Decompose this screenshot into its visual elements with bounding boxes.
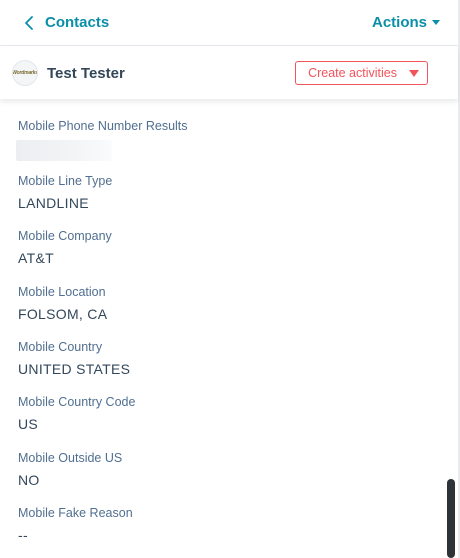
property-label: Mobile Country bbox=[18, 340, 103, 354]
caret-down-icon bbox=[432, 20, 440, 25]
triangle-down-icon bbox=[409, 69, 419, 77]
create-activities-label: Create activities bbox=[308, 66, 397, 80]
top-navigation-bar: Contacts Actions bbox=[0, 0, 458, 46]
property-value: LANDLINE bbox=[18, 195, 89, 211]
back-link-label: Contacts bbox=[45, 14, 110, 31]
property-value: NO bbox=[18, 472, 40, 488]
property-value: FOLSOM, CA bbox=[18, 306, 108, 322]
property-value: US bbox=[18, 416, 39, 432]
create-activities-button[interactable]: Create activities bbox=[295, 61, 428, 85]
record-identity: Wordmarks Test Tester bbox=[12, 60, 125, 86]
property-label: Mobile Line Type bbox=[18, 174, 113, 188]
record-name[interactable]: Test Tester bbox=[47, 65, 125, 82]
actions-dropdown[interactable]: Actions bbox=[372, 14, 440, 31]
avatar: Wordmarks bbox=[12, 60, 38, 86]
property-value: AT&T bbox=[18, 250, 54, 266]
chevron-left-icon bbox=[25, 15, 33, 30]
property-label: Mobile Phone Number Results bbox=[18, 119, 188, 133]
avatar-logo-text: Wordmarks bbox=[12, 70, 38, 76]
property-label: Mobile Outside US bbox=[18, 451, 123, 465]
back-to-contacts-link[interactable]: Contacts bbox=[22, 14, 109, 31]
actions-label: Actions bbox=[371, 14, 427, 31]
record-header: Wordmarks Test Tester Create activities bbox=[0, 47, 458, 99]
redacted-value bbox=[16, 140, 112, 161]
scrollbar-thumb[interactable] bbox=[447, 479, 455, 558]
property-label: Mobile Country Code bbox=[18, 395, 136, 409]
contact-sidebar-panel: Contacts Actions Wordmarks Test Tester C… bbox=[0, 0, 460, 558]
property-label: Mobile Location bbox=[18, 285, 106, 299]
property-value: UNITED STATES bbox=[18, 361, 131, 377]
property-label: Mobile Company bbox=[18, 229, 112, 243]
property-value: -- bbox=[18, 527, 28, 543]
property-list: Mobile Phone Number Results Mobile Line … bbox=[0, 99, 446, 558]
property-label: Mobile Fake Reason bbox=[18, 506, 133, 520]
